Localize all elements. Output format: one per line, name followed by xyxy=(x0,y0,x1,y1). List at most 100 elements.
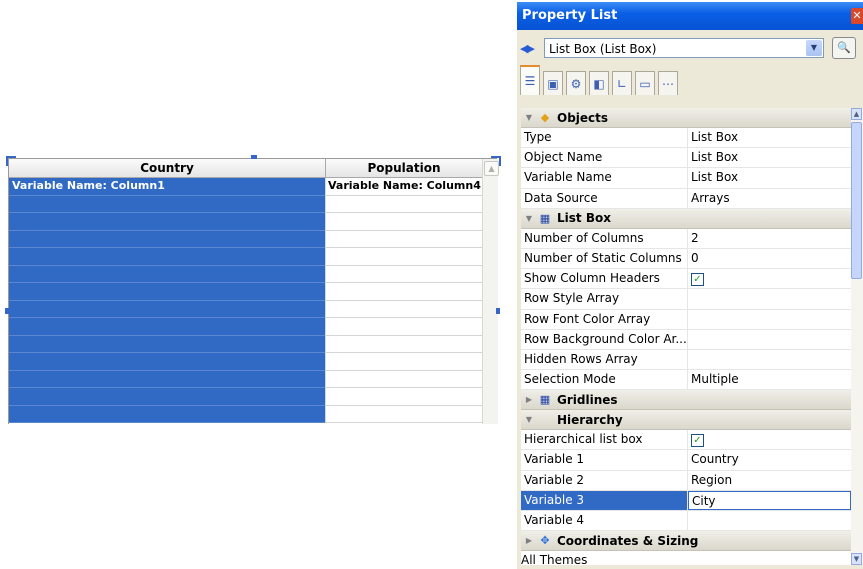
population-cell[interactable] xyxy=(325,195,482,213)
column-header-country[interactable]: Country xyxy=(9,159,326,177)
property-row[interactable]: Row Style Array xyxy=(521,289,851,310)
table-row[interactable]: Variable Name: Column1 Variable Name: Col… xyxy=(9,178,482,196)
monitor-tab-icon[interactable]: ▭ xyxy=(635,71,655,95)
population-cell[interactable]: Variable Name: Column4 xyxy=(325,178,482,196)
table-row[interactable] xyxy=(9,370,482,388)
property-row[interactable]: Hierarchical list box ✓ xyxy=(521,430,851,451)
section-header[interactable]: ▼ ◆ Objects xyxy=(521,108,851,128)
more-tab-icon[interactable]: ⋯ xyxy=(658,71,678,95)
graph-tab-icon[interactable]: ∟ xyxy=(612,71,632,95)
table-row[interactable] xyxy=(9,283,482,301)
resize-handle-left[interactable] xyxy=(5,308,9,314)
resize-handle-right[interactable] xyxy=(496,308,500,314)
table-row[interactable] xyxy=(9,300,482,318)
property-row[interactable]: Data Source Arrays xyxy=(521,188,851,209)
property-value[interactable] xyxy=(688,350,851,369)
property-row[interactable]: Variable Name List Box xyxy=(521,168,851,189)
population-cell[interactable] xyxy=(325,230,482,248)
population-cell[interactable] xyxy=(325,318,482,336)
form-tab-icon[interactable]: ▣ xyxy=(543,71,563,95)
property-value[interactable]: List Box xyxy=(688,168,851,187)
country-cell[interactable] xyxy=(9,265,325,283)
list-box-scrollbar[interactable]: ▲ xyxy=(482,159,499,424)
property-value[interactable]: Arrays xyxy=(688,189,851,208)
population-cell[interactable] xyxy=(325,405,482,423)
scroll-up-icon[interactable]: ▲ xyxy=(851,108,862,120)
list-tab-icon[interactable]: ☰ xyxy=(520,65,540,95)
country-cell[interactable] xyxy=(9,318,325,336)
objects-tab-icon[interactable]: ◧ xyxy=(589,71,609,95)
gear-tab-icon[interactable]: ⚙ xyxy=(566,71,586,95)
country-cell[interactable]: Variable Name: Column1 xyxy=(9,178,325,196)
country-cell[interactable] xyxy=(9,388,325,406)
property-row[interactable]: Variable 3 City xyxy=(521,490,851,511)
property-value[interactable] xyxy=(688,289,851,308)
country-cell[interactable] xyxy=(9,213,325,231)
table-row[interactable] xyxy=(9,230,482,248)
country-cell[interactable] xyxy=(9,283,325,301)
property-value[interactable]: ✓ xyxy=(688,430,851,449)
resize-handle-top[interactable] xyxy=(251,155,257,159)
resize-handle-top-right[interactable] xyxy=(491,156,501,166)
population-cell[interactable] xyxy=(325,283,482,301)
population-cell[interactable] xyxy=(325,213,482,231)
property-row[interactable]: Selection Mode Multiple xyxy=(521,370,851,391)
chevron-down-icon[interactable]: ▼ xyxy=(806,40,822,56)
property-value[interactable]: 2 xyxy=(688,229,851,248)
property-value[interactable] xyxy=(688,330,851,349)
theme-footer[interactable]: All Themes xyxy=(521,553,587,567)
property-value[interactable] xyxy=(688,310,851,329)
property-row[interactable]: Object Name List Box xyxy=(521,148,851,169)
table-row[interactable] xyxy=(9,353,482,371)
table-row[interactable] xyxy=(9,265,482,283)
table-row[interactable] xyxy=(9,405,482,423)
property-value[interactable]: 0 xyxy=(688,249,851,268)
magnifier-icon[interactable]: 🔍 xyxy=(832,37,856,59)
property-row[interactable]: Variable 2 Region xyxy=(521,470,851,491)
population-cell[interactable] xyxy=(325,300,482,318)
property-value[interactable]: City xyxy=(688,490,851,510)
collapse-triangle-icon[interactable]: ▶ xyxy=(521,536,537,545)
property-row[interactable]: Type List Box xyxy=(521,128,851,149)
checkbox-checked-icon[interactable]: ✓ xyxy=(691,273,704,287)
property-value[interactable]: Region xyxy=(688,471,851,490)
country-cell[interactable] xyxy=(9,370,325,388)
country-cell[interactable] xyxy=(9,353,325,371)
table-row[interactable] xyxy=(9,195,482,213)
table-row[interactable] xyxy=(9,318,482,336)
expand-triangle-icon[interactable]: ▼ xyxy=(521,415,537,424)
object-selector-dropdown[interactable]: List Box (List Box) ▼ xyxy=(544,38,824,58)
property-value[interactable]: List Box xyxy=(688,148,851,167)
section-header[interactable]: ▶ ✥ Coordinates & Sizing xyxy=(521,531,851,552)
country-cell[interactable] xyxy=(9,230,325,248)
population-cell[interactable] xyxy=(325,265,482,283)
collapse-triangle-icon[interactable]: ▶ xyxy=(521,395,537,404)
property-row[interactable]: Variable 1 Country xyxy=(521,450,851,471)
scroll-down-icon[interactable]: ▼ xyxy=(851,553,862,565)
checkbox-checked-icon[interactable]: ✓ xyxy=(691,434,704,448)
population-cell[interactable] xyxy=(325,388,482,406)
section-header[interactable]: ▶ ▦ Gridlines xyxy=(521,390,851,411)
expand-triangle-icon[interactable]: ▼ xyxy=(521,214,537,223)
property-row[interactable]: Hidden Rows Array xyxy=(521,349,851,371)
list-box-object[interactable]: Country Population Variable Name: Column… xyxy=(5,155,501,424)
property-row[interactable]: Show Column Headers ✓ xyxy=(521,269,851,290)
property-row[interactable]: Row Font Color Array xyxy=(521,309,851,330)
property-list-titlebar[interactable]: Property List ✕ xyxy=(517,2,863,30)
property-row[interactable]: Number of Static Columns 0 xyxy=(521,248,851,270)
country-cell[interactable] xyxy=(9,248,325,266)
scroll-thumb[interactable] xyxy=(851,122,862,279)
table-row[interactable] xyxy=(9,213,482,231)
country-cell[interactable] xyxy=(9,405,325,423)
property-row[interactable]: Number of Columns 2 xyxy=(521,228,851,249)
country-cell[interactable] xyxy=(9,300,325,318)
close-icon[interactable]: ✕ xyxy=(851,8,863,24)
country-cell[interactable] xyxy=(9,335,325,353)
resize-handle-top-left[interactable] xyxy=(6,156,16,166)
property-value[interactable] xyxy=(688,511,851,530)
population-cell[interactable] xyxy=(325,335,482,353)
property-grid-scrollbar[interactable]: ▲ ▼ xyxy=(851,108,863,565)
property-row[interactable]: Row Background Color Ar... xyxy=(521,329,851,350)
section-header[interactable]: ▼ Hierarchy xyxy=(521,410,851,431)
population-cell[interactable] xyxy=(325,370,482,388)
